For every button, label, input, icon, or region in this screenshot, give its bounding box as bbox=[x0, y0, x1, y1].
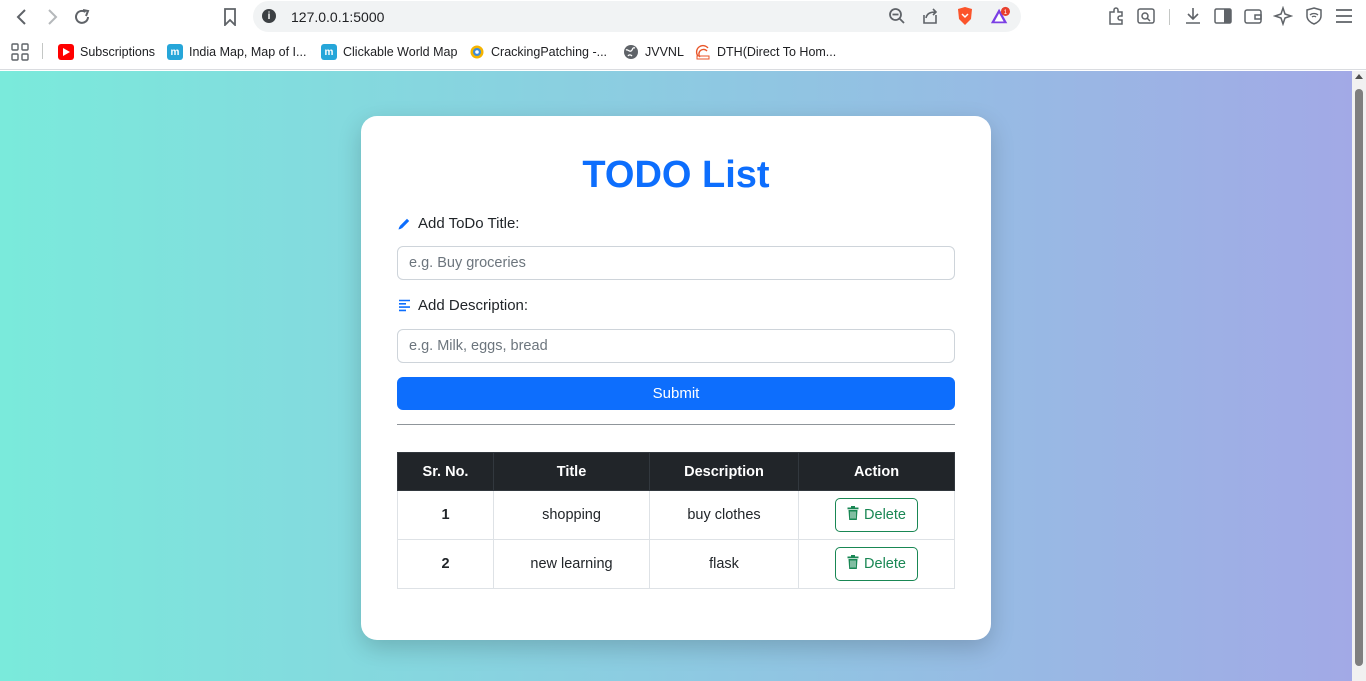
page-scrollbar[interactable] bbox=[1352, 71, 1366, 681]
trash-icon bbox=[847, 555, 859, 573]
bookmark-item-clickable-world-map[interactable]: m Clickable World Map bbox=[321, 43, 457, 61]
bookmark-label: CrackingPatching -... bbox=[491, 45, 608, 59]
submit-button[interactable]: Submit bbox=[397, 377, 955, 410]
downloads-icon[interactable] bbox=[1182, 5, 1204, 27]
bookmark-label: India Map, Map of I... bbox=[189, 45, 307, 59]
align-left-icon bbox=[397, 299, 411, 313]
bookmark-item-jvvnl[interactable]: JVVNL bbox=[623, 43, 684, 61]
bookmark-icon[interactable] bbox=[218, 5, 242, 29]
table-row: 1 shopping buy clothes Delete bbox=[397, 490, 955, 540]
cell-sr-no: 2 bbox=[397, 539, 494, 589]
scroll-up-arrow-icon[interactable] bbox=[1355, 74, 1363, 79]
description-label-text: Add Description: bbox=[418, 297, 529, 314]
cell-description: buy clothes bbox=[649, 490, 799, 540]
bookmark-label: Subscriptions bbox=[80, 45, 156, 59]
cell-action: Delete bbox=[798, 539, 955, 589]
share-icon[interactable] bbox=[920, 6, 940, 26]
bookmarks-bar: Subscriptions m India Map, Map of I... m… bbox=[0, 34, 1366, 70]
crackingpatching-icon bbox=[469, 44, 485, 60]
delete-label: Delete bbox=[864, 556, 906, 572]
m-site-icon: m bbox=[167, 44, 183, 60]
m-site-icon: m bbox=[321, 44, 337, 60]
brave-shields-icon[interactable] bbox=[955, 6, 975, 26]
header-title: Title bbox=[493, 452, 650, 491]
zoom-icon[interactable] bbox=[887, 6, 907, 26]
reload-icon[interactable] bbox=[70, 5, 94, 29]
bookmark-label: Clickable World Map bbox=[343, 45, 458, 59]
bookmark-label: JVVNL bbox=[645, 45, 684, 59]
todo-table: Sr. No. Title Description Action 1 shopp… bbox=[397, 452, 955, 589]
apps-grid-icon[interactable] bbox=[11, 43, 29, 61]
browser-toolbar: i 127.0.0.1:5000 1 bbox=[0, 0, 1366, 34]
vpn-shield-icon[interactable] bbox=[1303, 5, 1325, 27]
site-info-icon[interactable]: i bbox=[262, 9, 276, 23]
youtube-icon bbox=[58, 44, 74, 60]
description-field-label: Add Description: bbox=[397, 297, 528, 314]
bookmark-label: DTH(Direct To Hom... bbox=[717, 45, 837, 59]
todo-description-input[interactable] bbox=[397, 329, 955, 363]
table-header-row: Sr. No. Title Description Action bbox=[397, 452, 955, 491]
bookmark-item-india-map[interactable]: m India Map, Map of I... bbox=[167, 43, 306, 61]
cell-description: flask bbox=[649, 539, 799, 589]
leo-ai-icon[interactable] bbox=[1272, 5, 1294, 27]
address-url[interactable]: 127.0.0.1:5000 bbox=[291, 9, 384, 25]
cell-title: new learning bbox=[493, 539, 650, 589]
delete-label: Delete bbox=[864, 507, 906, 523]
trash-icon bbox=[847, 506, 859, 524]
globe-icon bbox=[623, 44, 639, 60]
scroll-thumb[interactable] bbox=[1355, 89, 1363, 666]
bookmark-item-subscriptions[interactable]: Subscriptions bbox=[58, 43, 155, 61]
page-viewport: TODO List Add ToDo Title: Add Descriptio… bbox=[0, 71, 1352, 681]
dth-icon bbox=[695, 44, 711, 60]
todo-card: TODO List Add ToDo Title: Add Descriptio… bbox=[361, 116, 991, 640]
delete-button[interactable]: Delete bbox=[835, 498, 918, 532]
bookmark-item-crackingpatching[interactable]: CrackingPatching -... bbox=[469, 43, 607, 61]
address-bar[interactable]: i 127.0.0.1:5000 1 bbox=[253, 1, 1021, 32]
divider bbox=[397, 424, 955, 425]
wallet-icon[interactable] bbox=[1242, 5, 1264, 27]
brave-rewards-icon[interactable]: 1 bbox=[990, 6, 1010, 26]
extensions-icon[interactable] bbox=[1105, 5, 1127, 27]
delete-button[interactable]: Delete bbox=[835, 547, 918, 581]
bookmark-item-dth[interactable]: DTH(Direct To Hom... bbox=[695, 43, 836, 61]
title-field-label: Add ToDo Title: bbox=[397, 215, 519, 232]
cell-action: Delete bbox=[798, 490, 955, 540]
cell-sr-no: 1 bbox=[397, 490, 494, 540]
todo-title-input[interactable] bbox=[397, 246, 955, 280]
page-title: TODO List bbox=[582, 154, 770, 196]
reader-mode-icon[interactable] bbox=[1135, 5, 1157, 27]
sidebar-icon[interactable] bbox=[1212, 5, 1234, 27]
header-action: Action bbox=[798, 452, 955, 491]
rewards-badge: 1 bbox=[1004, 9, 1008, 16]
menu-icon[interactable] bbox=[1333, 5, 1355, 27]
cell-title: shopping bbox=[493, 490, 650, 540]
table-row: 2 new learning flask Delete bbox=[397, 539, 955, 589]
back-icon[interactable] bbox=[10, 5, 34, 29]
header-sr-no: Sr. No. bbox=[397, 452, 494, 491]
header-description: Description bbox=[649, 452, 799, 491]
title-label-text: Add ToDo Title: bbox=[418, 215, 520, 232]
pencil-icon bbox=[397, 217, 411, 231]
forward-icon[interactable] bbox=[40, 5, 64, 29]
